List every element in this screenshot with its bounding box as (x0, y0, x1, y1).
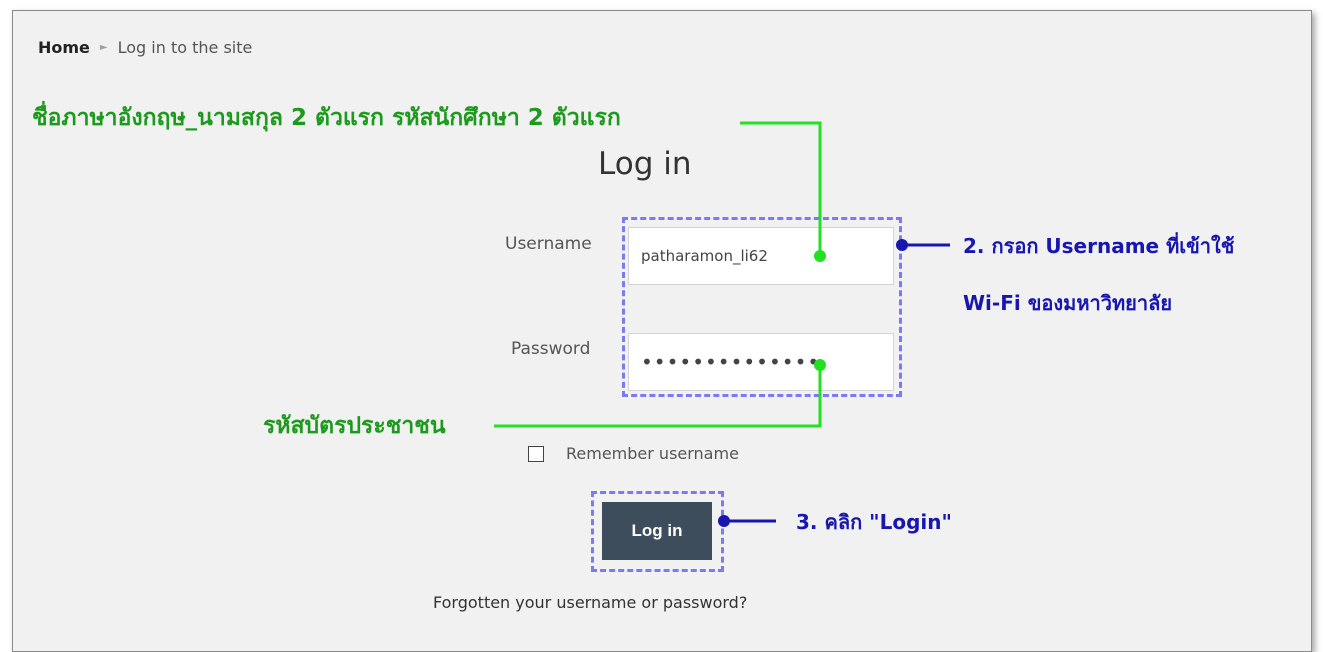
breadcrumb-home-link[interactable]: Home (38, 38, 90, 57)
password-hint-annotation: รหัสบัตรประชาชน (263, 413, 446, 439)
remember-username-checkbox[interactable] (528, 445, 544, 462)
username-label: Username (505, 234, 592, 254)
page-title: Log in (598, 146, 692, 182)
forgot-password-link[interactable]: Forgotten your username or password? (433, 593, 747, 612)
breadcrumb: Home ► Log in to the site (38, 38, 252, 57)
breadcrumb-current: Log in to the site (117, 38, 253, 57)
step3-annotation: 3. คลิก "Login" (796, 510, 952, 534)
login-button-highlight-box (591, 491, 724, 572)
step2-annotation-line2: Wi-Fi ของมหาวิทยาลัย (963, 291, 1173, 315)
username-hint-annotation: ชื่อภาษาอังกฤษ_นามสกุล 2 ตัวแรก รหัสนักศ… (32, 105, 621, 131)
username-password-highlight-box (622, 217, 902, 397)
breadcrumb-separator-icon: ► (99, 42, 108, 53)
remember-username-label[interactable]: Remember username (566, 444, 739, 463)
remember-username-row: Remember username (528, 444, 739, 463)
step2-annotation-line1: 2. กรอก Username ที่เข้าใช้ (963, 234, 1235, 258)
password-label: Password (511, 339, 591, 359)
